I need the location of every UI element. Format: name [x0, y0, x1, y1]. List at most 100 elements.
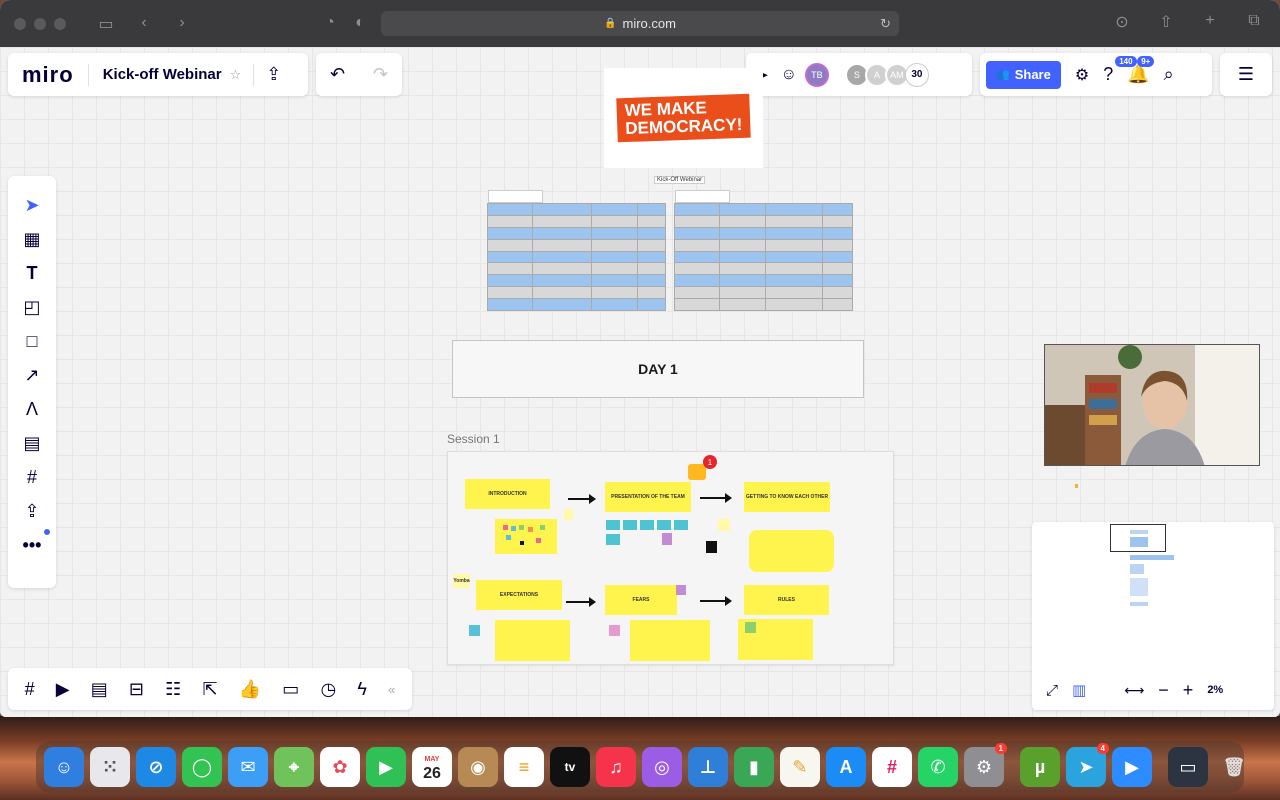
reactions-icon[interactable]: ☺ [781, 66, 797, 84]
zoom-level[interactable]: 2% [1207, 684, 1223, 696]
google-extension-icon[interactable]: ◔ [316, 14, 344, 32]
contacts-icon[interactable]: ◉ [458, 747, 498, 787]
screen-share-icon[interactable]: ⇱ [202, 679, 217, 700]
select-tool-icon[interactable]: ➤ [18, 191, 46, 219]
chat-icon[interactable]: ⊟ [129, 679, 144, 700]
sticky-fears[interactable]: FEARS [605, 585, 677, 615]
sticky-empty[interactable] [630, 620, 710, 661]
messages-icon[interactable]: ◯ [182, 747, 222, 787]
mini-sticky[interactable] [662, 533, 672, 545]
facetime-icon[interactable]: ▶ [366, 747, 406, 787]
schedule-note[interactable] [488, 190, 543, 203]
frames-icon[interactable]: # [25, 679, 35, 700]
sticky-rules[interactable]: RULES [744, 585, 829, 615]
upload-icon[interactable]: ⇪ [18, 497, 46, 525]
video-call-thumbnail[interactable] [1044, 344, 1260, 466]
collapse-icon[interactable]: « [388, 682, 395, 697]
share-button[interactable]: 👥 Share [986, 60, 1061, 89]
pages-icon[interactable]: ✎ [780, 747, 820, 787]
apple-tv-icon[interactable]: tv [550, 747, 590, 787]
mini-sticky[interactable] [520, 541, 524, 545]
mini-sticky[interactable] [503, 525, 508, 530]
connection-line-icon[interactable]: ↗ [18, 361, 46, 389]
comment-icon[interactable]: ▤ [18, 429, 46, 457]
team-sticky[interactable] [606, 520, 620, 530]
presentation-icon[interactable]: ▶ [56, 679, 70, 700]
fullscreen-icon[interactable]: ⤢ [1046, 682, 1058, 699]
democracy-logo-image[interactable]: WE MAKE DEMOCRACY! [604, 68, 763, 168]
session-frame[interactable]: INTRODUCTION PRESENTATION OF THE TEAM GE… [447, 451, 894, 665]
team-sticky[interactable] [606, 534, 620, 545]
address-bar[interactable]: 🔒 miro.com ↻ [381, 11, 899, 36]
team-sticky[interactable] [623, 520, 637, 530]
schedule-table-right[interactable] [674, 203, 853, 311]
templates-icon[interactable]: ▦ [18, 225, 46, 253]
zoom-app-icon[interactable]: ▶ [1112, 747, 1152, 787]
privacy-shield-icon[interactable]: ◐ [346, 14, 374, 32]
timer-icon[interactable]: ◷ [320, 679, 336, 700]
finder-icon[interactable]: ☺ [44, 747, 84, 787]
sticky-small-note[interactable]: Yomba [453, 574, 470, 588]
close-window-button[interactable] [14, 17, 26, 30]
sticky-getting-to-know[interactable]: GETTING TO KNOW EACH OTHER [744, 482, 830, 512]
trash-icon[interactable]: 🗑 [1214, 747, 1254, 787]
fit-to-screen-icon[interactable]: ⟷ [1124, 682, 1144, 699]
board-minimap[interactable]: ⤢ ▥ ⟷ − + 2% [1032, 522, 1274, 710]
comments-icon[interactable]: ▤ [91, 679, 108, 700]
reminders-icon[interactable]: ≡ [504, 747, 544, 787]
sticky-note-icon[interactable]: ◰ [18, 293, 46, 321]
search-icon[interactable]: ⌕ [1164, 64, 1174, 85]
sticky-expectations[interactable]: EXPECTATIONS [476, 580, 562, 610]
sticky-empty[interactable] [495, 620, 570, 661]
day-heading[interactable]: DAY 1 [452, 340, 864, 398]
schedule-note[interactable] [675, 190, 730, 203]
shape-tool-icon[interactable]: □ [18, 327, 46, 355]
mail-icon[interactable]: ✉ [228, 747, 268, 787]
settings-sliders-icon[interactable]: ⚙ [1075, 65, 1089, 85]
share-page-icon[interactable]: ⇧ [1152, 12, 1180, 32]
sticky-presentation[interactable]: PRESENTATION OF THE TEAM [605, 482, 691, 512]
mini-sticky[interactable] [706, 541, 717, 553]
downloads-icon[interactable]: ⊙ [1108, 12, 1136, 32]
mini-sticky[interactable] [564, 509, 573, 520]
safari-icon[interactable]: ⊘ [136, 747, 176, 787]
team-sticky[interactable] [674, 520, 688, 530]
recent-window-icon[interactable]: ▭ [1168, 747, 1208, 787]
pen-tool-icon[interactable]: Λ [18, 395, 46, 423]
whatsapp-icon[interactable]: ✆ [918, 747, 958, 787]
undo-icon[interactable]: ↶ [330, 64, 345, 85]
collaborator-count[interactable]: 30 [904, 62, 929, 87]
mini-sticky[interactable] [506, 535, 511, 540]
more-tools-icon[interactable]: ••• [18, 529, 50, 559]
frame-title[interactable]: Session 1 [447, 432, 500, 446]
redo-icon[interactable]: ↷ [373, 64, 388, 85]
board-notes-icon[interactable]: ☰ [1238, 64, 1254, 85]
map-icon[interactable]: ▥ [1072, 681, 1086, 699]
utorrent-icon[interactable]: µ [1020, 747, 1060, 787]
mini-sticky[interactable] [676, 585, 686, 595]
numbers-icon[interactable]: ▮ [734, 747, 774, 787]
schedule-table-left[interactable] [487, 203, 666, 311]
mini-sticky[interactable] [540, 525, 545, 530]
keynote-icon[interactable]: ⊥ [688, 747, 728, 787]
mini-sticky[interactable] [718, 519, 730, 531]
slack-icon[interactable]: # [872, 747, 912, 787]
notifications-bell-icon[interactable]: 🔔 9+ [1127, 56, 1155, 85]
team-sticky[interactable] [640, 520, 654, 530]
sidebar-toggle-icon[interactable]: ▭ [92, 14, 120, 34]
mini-sticky[interactable] [511, 526, 516, 531]
back-icon[interactable]: ‹ [130, 14, 158, 34]
schedule-title[interactable]: Kick-Off Webinar [654, 176, 706, 184]
miro-logo[interactable]: miro [22, 62, 74, 88]
forward-icon[interactable]: › [168, 14, 196, 34]
avatar[interactable]: TB [804, 62, 829, 87]
mini-sticky[interactable] [609, 625, 620, 636]
cards-icon[interactable]: ☷ [165, 679, 181, 700]
photos-icon[interactable]: ✿ [320, 747, 360, 787]
board-title[interactable]: Kick-off Webinar [103, 66, 222, 83]
mini-sticky[interactable] [469, 625, 480, 636]
music-icon[interactable]: ♫ [596, 747, 636, 787]
system-preferences-icon[interactable]: ⚙ 1 [964, 743, 1007, 787]
app-store-icon[interactable]: A [826, 747, 866, 787]
mini-sticky[interactable] [536, 538, 541, 543]
